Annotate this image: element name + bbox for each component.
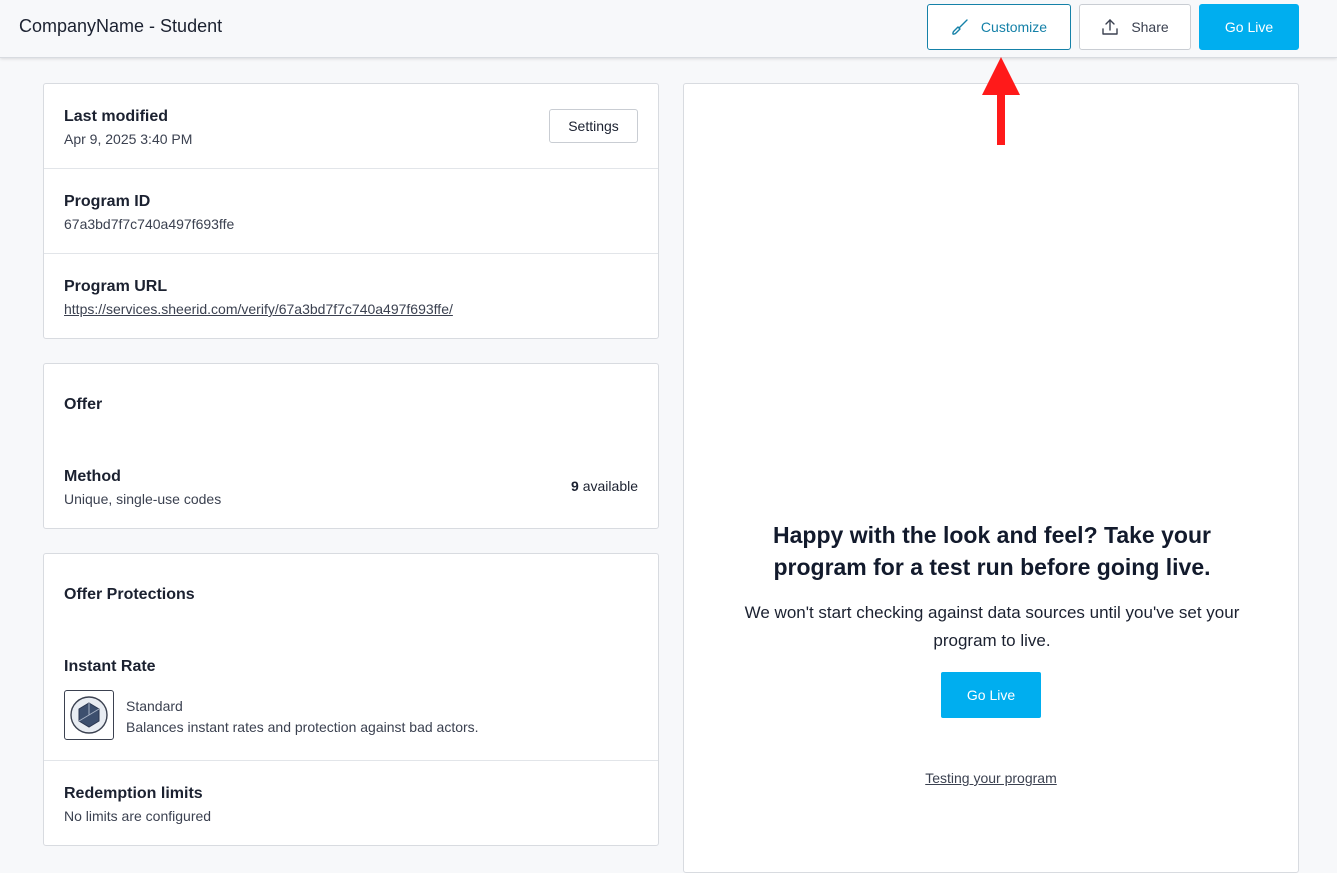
- offer-protections-card: Offer Protections Instant Rate Standard …: [43, 553, 659, 846]
- brush-icon: [951, 18, 969, 36]
- testing-program-link: Testing your program: [684, 770, 1298, 786]
- last-modified-row: Last modified Apr 9, 2025 3:40 PM Settin…: [44, 84, 658, 169]
- codes-available: 9 available: [571, 478, 638, 494]
- preview-heading: Happy with the look and feel? Take your …: [773, 522, 1211, 580]
- program-id-value: 67a3bd7f7c740a497f693ffe: [64, 216, 235, 232]
- program-details-card: Last modified Apr 9, 2025 3:40 PM Settin…: [43, 83, 659, 339]
- program-url-label: Program URL: [64, 278, 168, 295]
- rate-description: Balances instant rates and protection ag…: [126, 719, 479, 735]
- shield-rate-icon: [64, 690, 114, 740]
- settings-button[interactable]: Settings: [549, 109, 638, 143]
- method-value: Unique, single-use codes: [64, 491, 222, 507]
- program-url-link[interactable]: https://services.sheerid.com/verify/67a3…: [64, 301, 638, 317]
- program-id-label: Program ID: [64, 193, 151, 210]
- preview-body-text: We won't start checking against data sou…: [744, 603, 1240, 650]
- redemption-limits-value: No limits are configured: [64, 808, 212, 824]
- customize-button[interactable]: Customize: [927, 4, 1071, 50]
- upload-icon: [1101, 18, 1119, 36]
- available-label: available: [582, 478, 638, 494]
- share-button[interactable]: Share: [1079, 4, 1191, 50]
- rate-name: Standard: [126, 698, 183, 714]
- redemption-limits-label: Redemption limits: [64, 785, 203, 802]
- program-url-row: Program URL https://services.sheerid.com…: [44, 254, 658, 338]
- offer-card: Offer Method Unique, single-use codes 9 …: [43, 363, 659, 529]
- method-label: Method: [64, 468, 121, 485]
- rate-text-block: Standard Balances instant rates and prot…: [126, 698, 479, 735]
- testing-program-link-text[interactable]: Testing your program: [925, 770, 1057, 786]
- offer-protections-title: Offer Protections: [64, 586, 195, 603]
- go-live-button[interactable]: Go Live: [1199, 4, 1299, 50]
- share-label: Share: [1131, 19, 1169, 35]
- available-count: 9: [571, 478, 579, 494]
- instant-rate-label: Instant Rate: [64, 658, 156, 675]
- instant-rate-section: Offer Protections Instant Rate Standard …: [44, 554, 658, 761]
- annotation-arrow-icon: [980, 55, 1022, 152]
- offer-title: Offer: [64, 396, 103, 413]
- top-bar: CompanyName - Student Customize Share Go…: [0, 0, 1337, 58]
- program-title: CompanyName - Student: [19, 16, 223, 36]
- preview-go-live-button[interactable]: Go Live: [941, 672, 1041, 718]
- customize-label: Customize: [980, 19, 1048, 35]
- method-block: Method Unique, single-use codes: [64, 468, 221, 507]
- program-id-row: Program ID 67a3bd7f7c740a497f693ffe: [44, 169, 658, 254]
- preview-panel: Happy with the look and feel? Take your …: [683, 83, 1299, 873]
- redemption-limits-row: Redemption limits No limits are configur…: [44, 761, 658, 845]
